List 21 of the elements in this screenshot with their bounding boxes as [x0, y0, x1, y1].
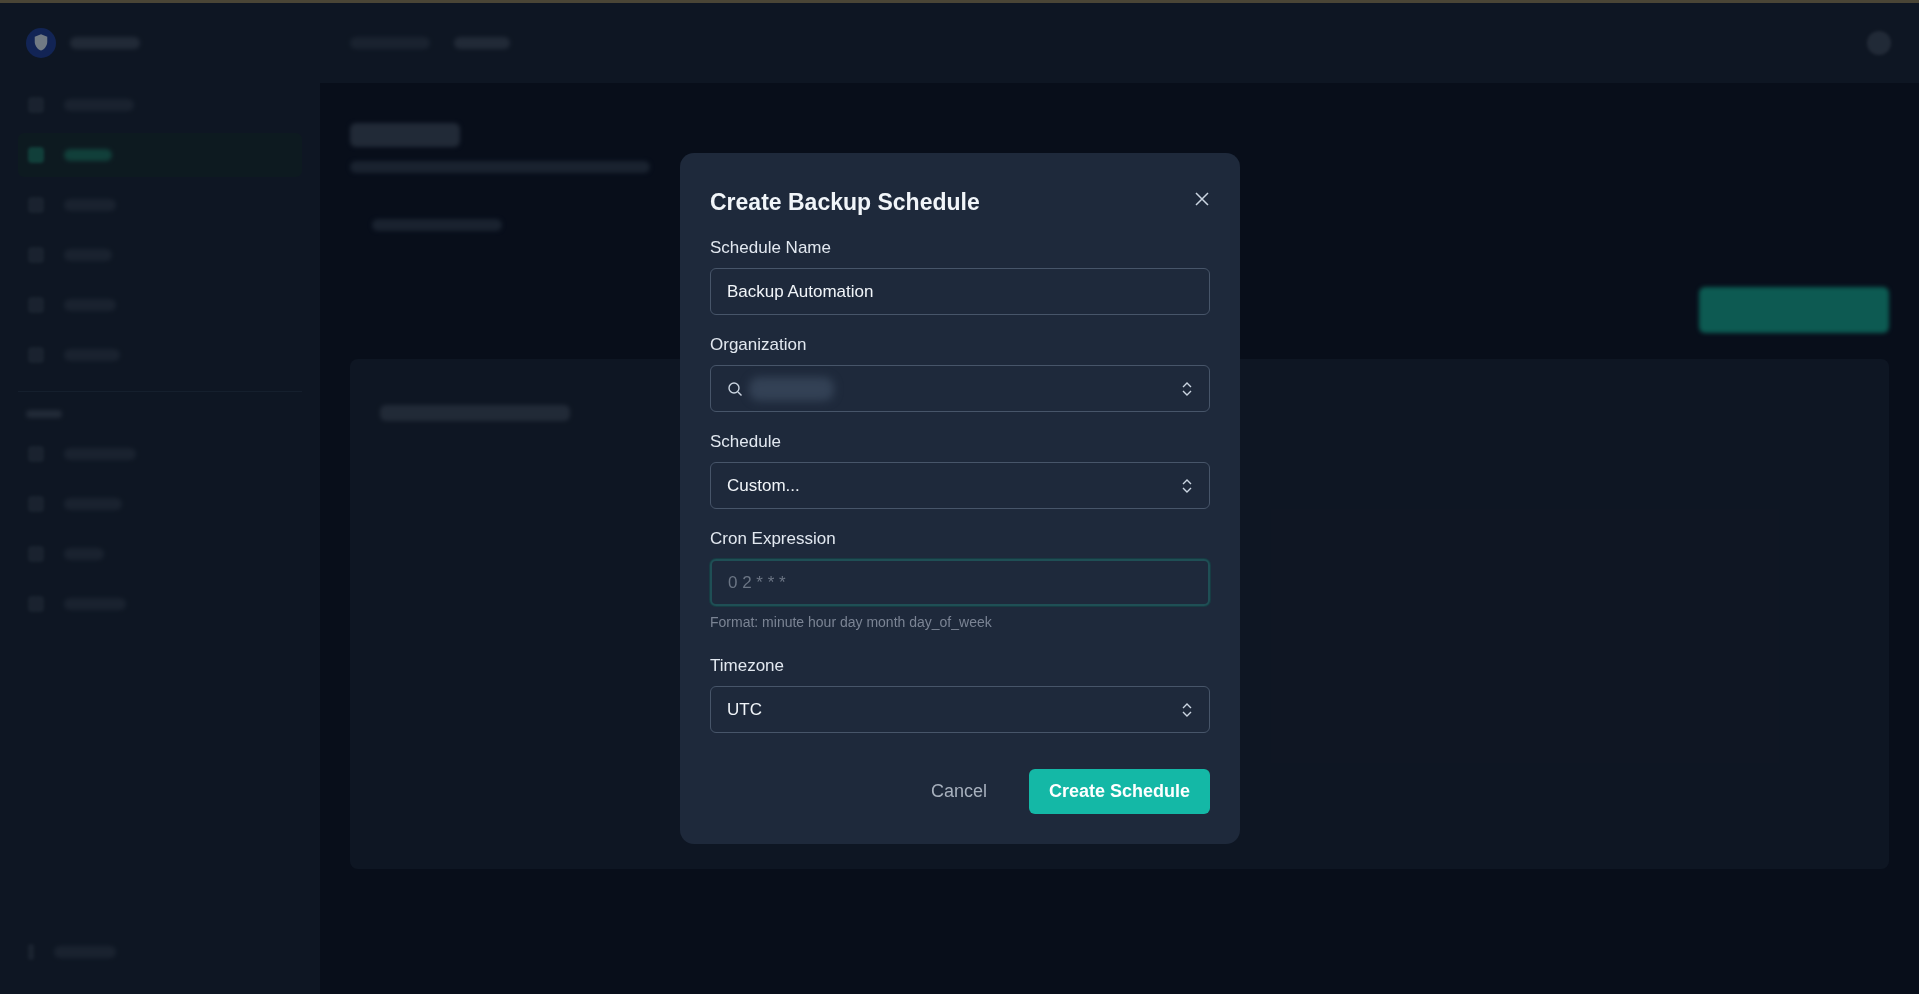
- input-field[interactable]: 0 2 * * *: [710, 559, 1210, 606]
- input-field[interactable]: Backup Automation: [710, 268, 1210, 315]
- chevron-up-down-icon: [1181, 477, 1193, 494]
- field-label: Timezone: [710, 656, 785, 676]
- select-field[interactable]: [710, 365, 1210, 412]
- select-field[interactable]: Custom...: [710, 462, 1210, 509]
- chevron-up-down-icon: [1181, 701, 1193, 718]
- cancel-button[interactable]: Cancel: [924, 780, 993, 803]
- sidebar-item[interactable]: [18, 133, 302, 177]
- select-field[interactable]: UTC: [710, 686, 1210, 733]
- dialog-title: Create Backup Schedule: [710, 189, 980, 216]
- field-label: Schedule: [710, 432, 782, 452]
- close-icon[interactable]: [1194, 190, 1210, 207]
- shield-icon: [26, 28, 56, 58]
- search-icon: [727, 380, 743, 397]
- field-label: Cron Expression: [710, 529, 837, 549]
- field-hint: Format: minute hour day month day_of_week: [710, 614, 993, 630]
- chevron-up-down-icon: [1181, 380, 1193, 397]
- field-label: Schedule Name: [710, 238, 832, 258]
- blurred-button[interactable]: [1699, 287, 1889, 333]
- field-label: Organization: [710, 335, 808, 355]
